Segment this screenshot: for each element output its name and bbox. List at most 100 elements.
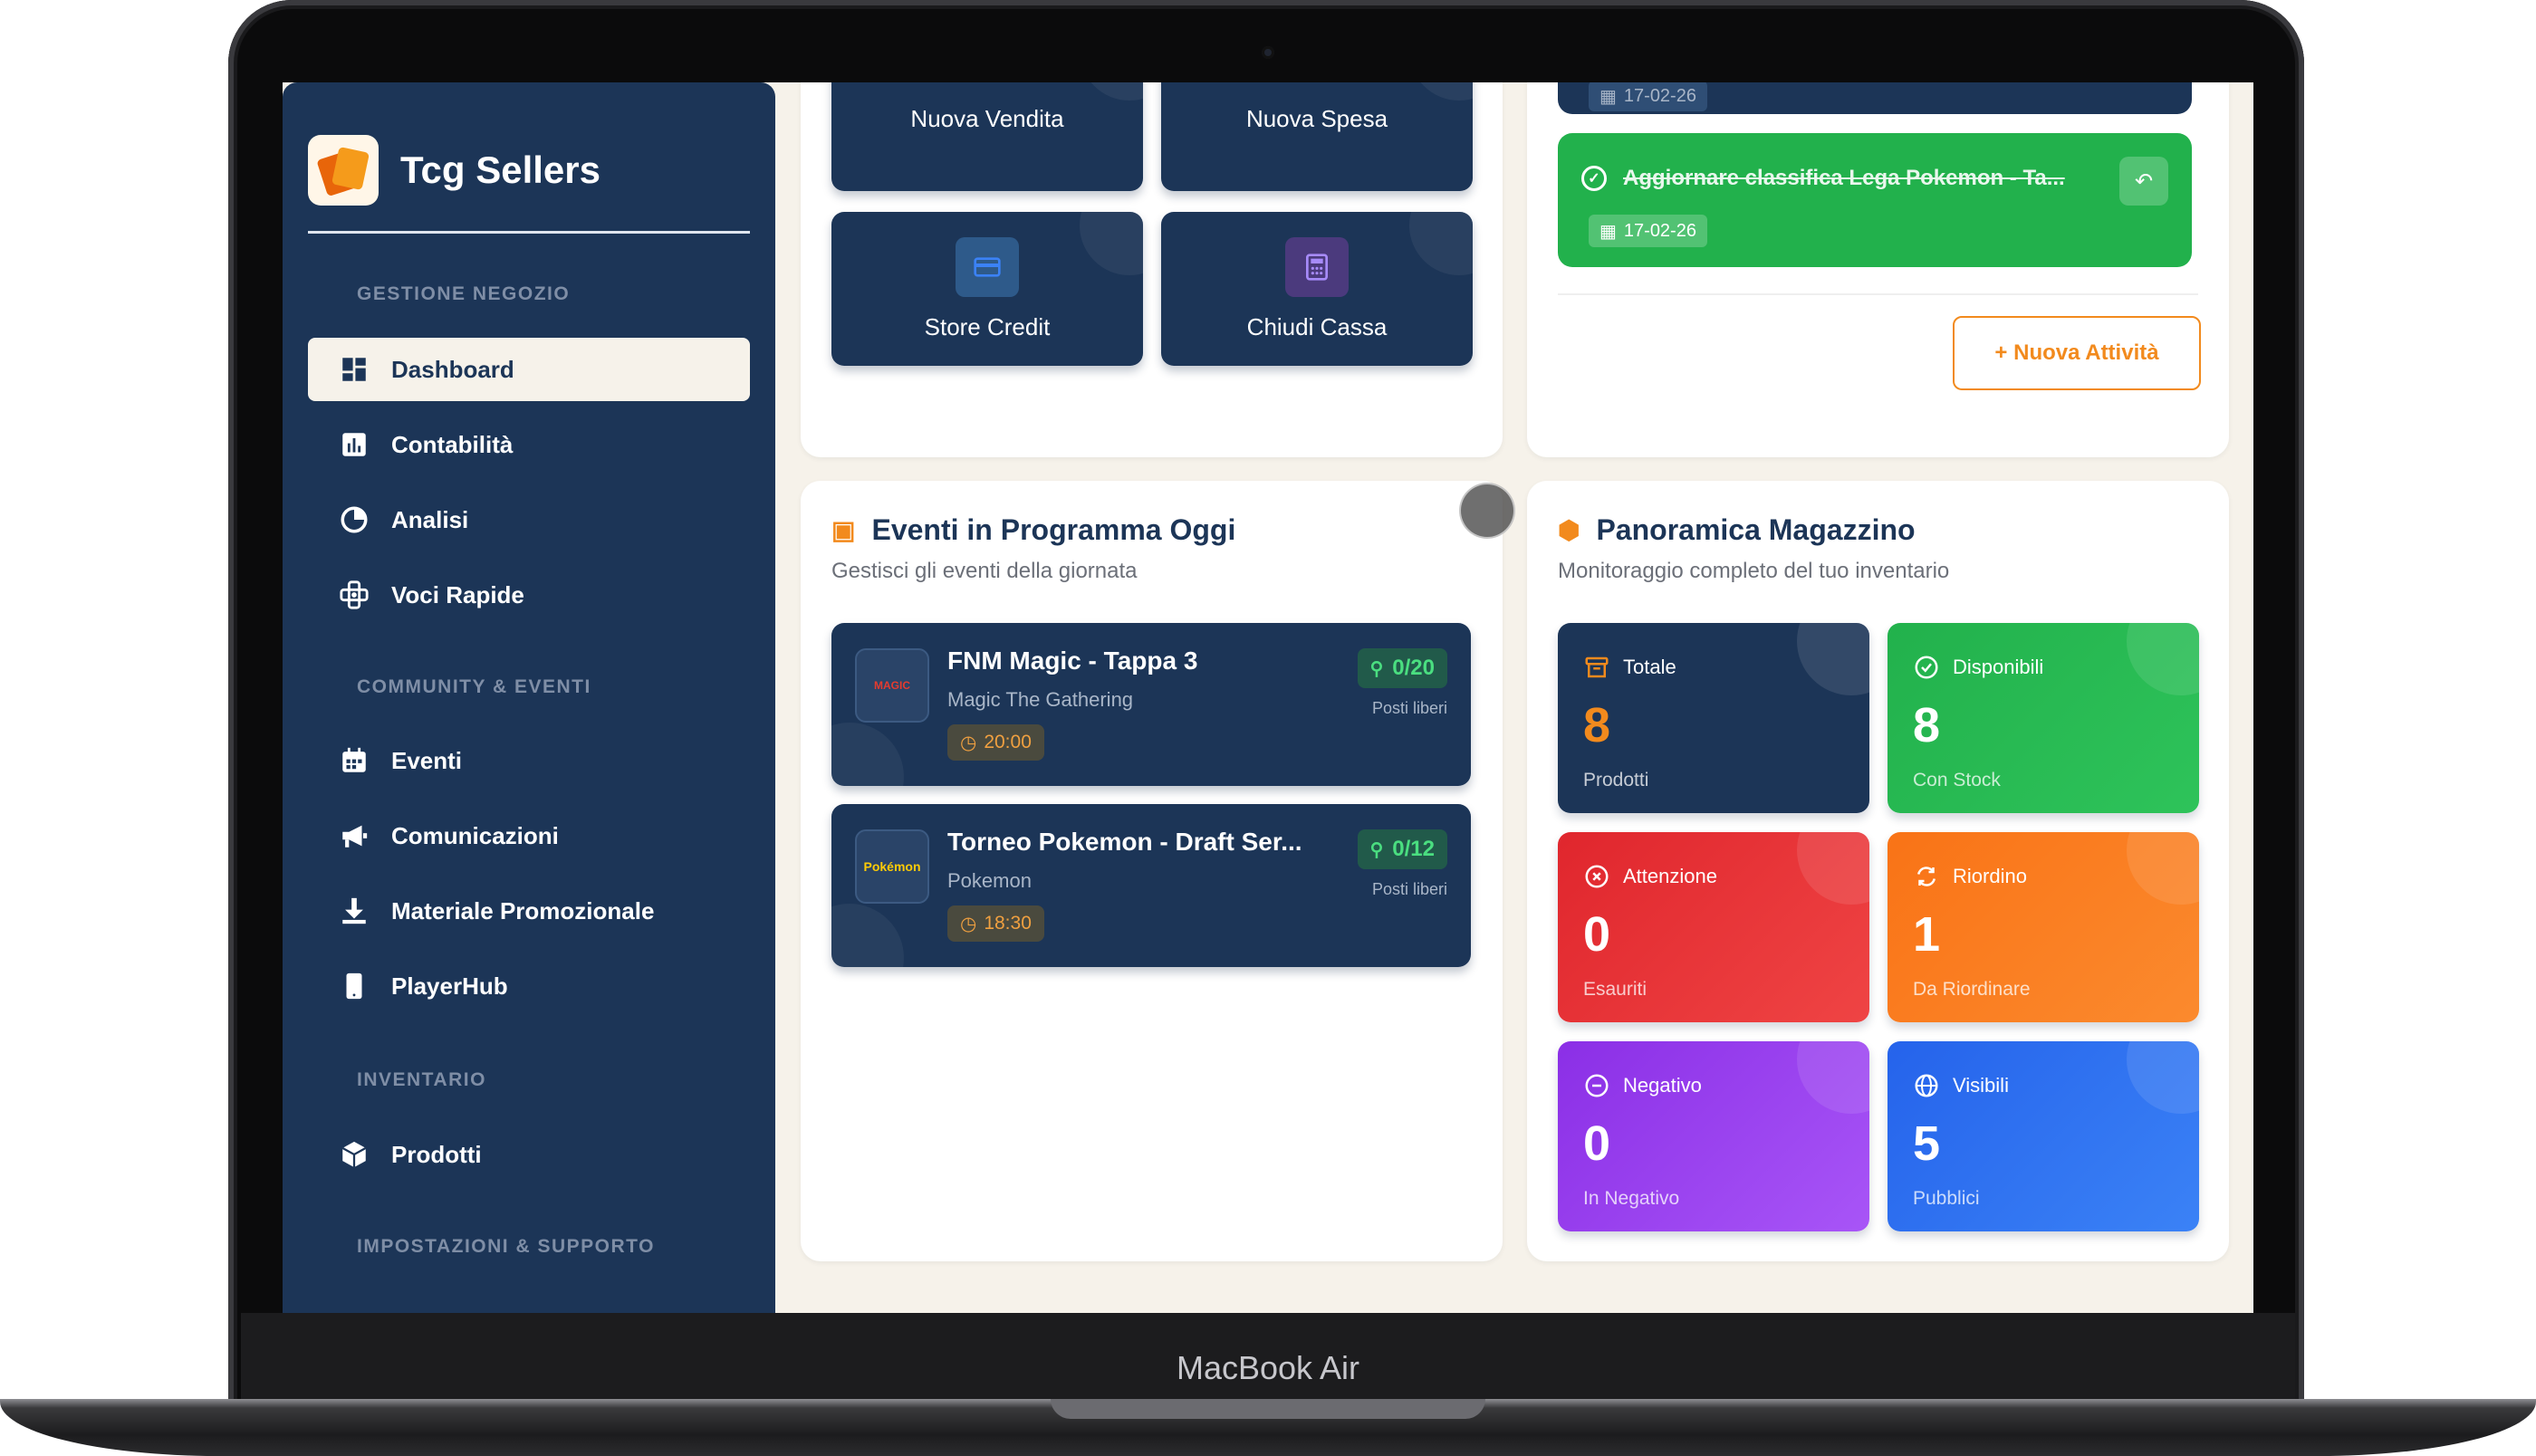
store-credit-button[interactable]: Store Credit bbox=[831, 212, 1143, 366]
download-icon bbox=[339, 896, 370, 926]
sidebar-item-prodotti[interactable]: Prodotti bbox=[308, 1123, 750, 1186]
calendar-icon: ▦ bbox=[1599, 86, 1617, 107]
refresh-icon bbox=[1917, 867, 1936, 886]
task-date: ▦ 17-02-26 bbox=[1589, 215, 1707, 247]
event-game: Magic The Gathering bbox=[947, 688, 1134, 711]
undo-icon: ↶ bbox=[2134, 168, 2154, 194]
archive-icon bbox=[1585, 656, 1609, 678]
event-name: Torneo Pokemon - Draft Ser... bbox=[947, 828, 1302, 856]
divider bbox=[308, 231, 750, 234]
check-circle-icon bbox=[1915, 656, 1938, 679]
sidebar-item-label: Materiale Promozionale bbox=[391, 896, 655, 924]
new-expense-button[interactable]: Nuova Spesa bbox=[1161, 82, 1473, 191]
user-icon: ⚲ bbox=[1369, 839, 1384, 860]
pie-chart-icon bbox=[339, 504, 370, 535]
event-game: Pokemon bbox=[947, 869, 1032, 892]
quick-actions-panel: Nuova Vendita Nuova Spesa Store Credit C… bbox=[801, 82, 1503, 457]
inventory-title: ⬢ Panoramica Magazzino bbox=[1558, 513, 1916, 546]
section-title-gestione: GESTIONE NEGOZIO bbox=[357, 283, 571, 304]
event-card[interactable]: Pokémon Torneo Pokemon - Draft Ser... Po… bbox=[831, 804, 1471, 967]
sidebar-item-analisi[interactable]: Analisi bbox=[308, 488, 750, 551]
stat-label: Negativo bbox=[1583, 1072, 1702, 1099]
mobile-icon bbox=[339, 971, 370, 1001]
magic-logo: MAGIC bbox=[855, 648, 929, 723]
tile-label: Store Credit bbox=[924, 313, 1051, 340]
events-panel: ▣ Eventi in Programma Oggi Gestisci gli … bbox=[801, 481, 1503, 1261]
task-card-done[interactable]: ✓ Aggiornare classifica Lega Pokemon - T… bbox=[1558, 133, 2192, 267]
cursor-indicator bbox=[1459, 483, 1515, 539]
undo-button[interactable]: ↶ bbox=[2119, 157, 2168, 206]
stat-value: 0 bbox=[1583, 907, 1611, 962]
tile-label: Nuova Spesa bbox=[1245, 105, 1388, 132]
stat-value: 8 bbox=[1583, 698, 1611, 752]
pokemon-logo: Pokémon bbox=[855, 829, 929, 904]
sidebar-item-dashboard[interactable]: Dashboard bbox=[308, 338, 750, 401]
globe-icon bbox=[1915, 1074, 1938, 1097]
inventory-panel: ⬢ Panoramica Magazzino Monitoraggio comp… bbox=[1527, 481, 2229, 1261]
event-time: ◷ 18:30 bbox=[947, 905, 1044, 942]
calculator-icon bbox=[1285, 237, 1349, 297]
event-seats-label: Posti liberi bbox=[1371, 880, 1447, 898]
stat-value: 1 bbox=[1913, 907, 1941, 962]
task-date: ▦ 17-02-26 bbox=[1589, 82, 1707, 111]
section-title-impostazioni: IMPOSTAZIONI & SUPPORTO bbox=[357, 1236, 655, 1257]
stat-riordino[interactable]: Riordino 1 Da Riordinare bbox=[1888, 832, 2199, 1022]
stat-attenzione[interactable]: Attenzione 0 Esauriti bbox=[1558, 832, 1869, 1022]
event-name: FNM Magic - Tappa 3 bbox=[947, 647, 1198, 675]
calendar-icon: ▣ bbox=[831, 516, 856, 544]
sidebar-item-label: Eventi bbox=[391, 746, 463, 774]
check-circle-icon: ✓ bbox=[1581, 166, 1607, 191]
sidebar-item-contabilita[interactable]: Contabilità bbox=[308, 413, 750, 476]
section-title-community: COMMUNITY & EVENTI bbox=[357, 676, 591, 697]
stat-label: Attenzione bbox=[1583, 863, 1717, 890]
stat-foot: In Negativo bbox=[1583, 1188, 1680, 1209]
event-card[interactable]: MAGIC FNM Magic - Tappa 3 Magic The Gath… bbox=[831, 623, 1471, 786]
sidebar-item-eventi[interactable]: Eventi bbox=[308, 729, 750, 792]
sidebar: Tcg Sellers GESTIONE NEGOZIO Dashboard C… bbox=[283, 82, 775, 1313]
events-subtitle: Gestisci gli eventi della giornata bbox=[831, 559, 1138, 583]
stat-label: Riordino bbox=[1913, 863, 2027, 890]
sidebar-item-playerhub[interactable]: PlayerHub bbox=[308, 954, 750, 1018]
clock-icon: ◷ bbox=[960, 732, 977, 753]
brand[interactable]: Tcg Sellers bbox=[308, 134, 600, 206]
brand-name: Tcg Sellers bbox=[400, 148, 600, 191]
stat-totale[interactable]: Totale 8 Prodotti bbox=[1558, 623, 1869, 813]
tasks-panel: ▦ 17-02-26 ✓ Aggiornare classifica Lega P… bbox=[1527, 82, 2229, 457]
stat-value: 8 bbox=[1913, 698, 1941, 752]
sidebar-item-voci-rapide[interactable]: Voci Rapide bbox=[308, 563, 750, 627]
stat-foot: Esauriti bbox=[1583, 979, 1647, 1000]
event-time: ◷ 20:00 bbox=[947, 724, 1044, 761]
stat-negativo[interactable]: Negativo 0 In Negativo bbox=[1558, 1041, 1869, 1231]
clock-icon: ◷ bbox=[960, 913, 977, 934]
stat-visibili[interactable]: Visibili 5 Pubblici bbox=[1888, 1041, 2199, 1231]
credit-card-icon bbox=[956, 237, 1019, 297]
stat-disponibili[interactable]: Disponibili 8 Con Stock bbox=[1888, 623, 2199, 813]
inventory-subtitle: Monitoraggio completo del tuo inventario bbox=[1558, 559, 1950, 583]
tile-label: Nuova Vendita bbox=[910, 105, 1064, 132]
tile-label: Chiudi Cassa bbox=[1246, 313, 1388, 340]
stat-label: Visibili bbox=[1913, 1072, 2009, 1099]
task-card[interactable]: ▦ 17-02-26 bbox=[1558, 82, 2192, 114]
minus-circle-icon bbox=[1585, 1074, 1609, 1097]
laptop-model-label: MacBook Air bbox=[1176, 1349, 1360, 1386]
sidebar-item-label: PlayerHub bbox=[391, 972, 508, 1000]
calendar-icon bbox=[339, 745, 370, 776]
sidebar-item-materiale-promozionale[interactable]: Materiale Promozionale bbox=[308, 879, 750, 943]
quick-entries-icon bbox=[339, 580, 370, 610]
stat-foot: Prodotti bbox=[1583, 770, 1649, 790]
app-screen: Tcg Sellers GESTIONE NEGOZIO Dashboard C… bbox=[283, 82, 2253, 1313]
close-register-button[interactable]: Chiudi Cassa bbox=[1161, 212, 1473, 366]
stat-foot: Con Stock bbox=[1913, 770, 2001, 790]
stat-foot: Pubblici bbox=[1913, 1188, 1980, 1209]
laptop-hinge bbox=[1051, 1399, 1485, 1419]
stat-foot: Da Riordinare bbox=[1913, 979, 2031, 1000]
divider bbox=[1558, 293, 2198, 295]
sidebar-item-label: Analisi bbox=[391, 505, 469, 533]
stat-label: Disponibili bbox=[1913, 654, 2043, 681]
box-icon bbox=[339, 1139, 370, 1170]
sidebar-item-comunicazioni[interactable]: Comunicazioni bbox=[308, 804, 750, 867]
stat-label: Totale bbox=[1583, 654, 1676, 681]
new-sale-button[interactable]: Nuova Vendita bbox=[831, 82, 1143, 191]
event-seats-label: Posti liberi bbox=[1371, 699, 1447, 717]
new-task-button[interactable]: + Nuova Attività bbox=[1953, 316, 2201, 390]
